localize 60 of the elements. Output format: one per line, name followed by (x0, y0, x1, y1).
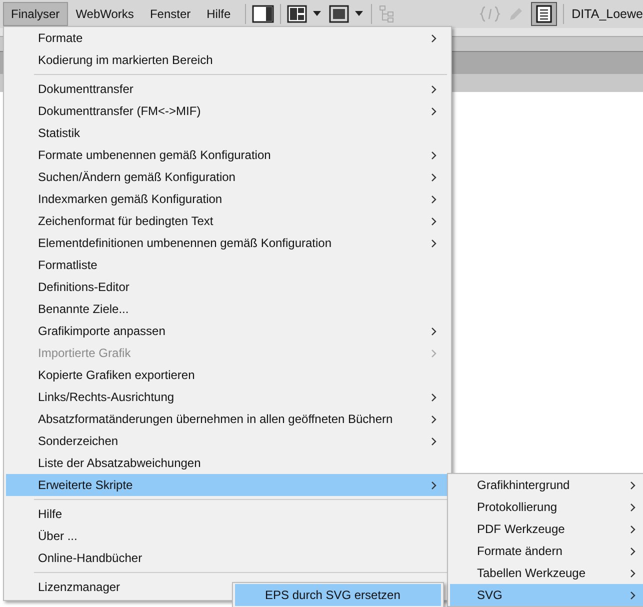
chevron-right-icon (431, 238, 437, 248)
chevron-right-icon (431, 106, 437, 116)
menu-item[interactable]: SVG (450, 584, 643, 606)
chevron-right-icon (431, 194, 437, 204)
menu-item[interactable]: Formate (6, 27, 449, 49)
panel-layout-icon[interactable] (252, 5, 274, 23)
menu-item[interactable]: Online-Handbücher (6, 547, 148, 569)
menu-item[interactable]: Grafikimporte anpassen (6, 320, 449, 342)
chevron-right-icon (630, 590, 636, 600)
chevron-right-icon (630, 524, 636, 534)
menu-item[interactable]: Sonderzeichen (6, 430, 449, 452)
chevron-right-icon (431, 480, 437, 490)
menu-item[interactable]: Indexmarken gemäß Konfiguration (6, 188, 449, 210)
frame-dropdown-icon[interactable] (328, 5, 365, 23)
menu-item[interactable]: Benannte Ziele... (6, 298, 135, 320)
chevron-right-icon (431, 34, 437, 42)
chevron-right-icon (431, 348, 437, 358)
menu-item[interactable]: PDF Werkzeuge (450, 518, 643, 540)
chevron-right-icon (431, 216, 437, 226)
menu-item[interactable]: Suchen/Ändern gemäß Konfiguration (6, 166, 449, 188)
menu-item[interactable]: Liste der Absatzabweichungen (6, 452, 207, 474)
chevron-right-icon (431, 84, 437, 94)
text-view-button[interactable] (530, 2, 557, 26)
menu-item[interactable]: EPS durch SVG ersetzen (235, 584, 441, 606)
menubar-item[interactable]: Hilfe (198, 2, 239, 26)
menubar-item[interactable]: WebWorks (68, 2, 142, 26)
menu-item[interactable]: Kopierte Grafiken exportieren (6, 364, 201, 386)
chevron-right-icon (630, 480, 636, 490)
menu-item[interactable]: Formate umbenennen gemäß Konfiguration (6, 144, 449, 166)
menu-item[interactable]: Definitions-Editor (6, 276, 136, 298)
menu-item[interactable]: Formatliste (6, 254, 104, 276)
chevron-right-icon (431, 414, 437, 424)
menu-item[interactable]: Lizenzmanager (6, 576, 126, 598)
menu-item[interactable]: Absatzformatänderungen übernehmen in allen geöffneten Büchern (6, 408, 449, 430)
menu-item[interactable]: Tabellen Werkzeuge (450, 562, 643, 584)
menu-item[interactable]: Erweiterte Skripte (6, 474, 449, 496)
menu-item[interactable]: Links/Rechts-Ausrichtung (6, 386, 449, 408)
chevron-right-icon (431, 392, 437, 402)
menu-item[interactable]: Formate ändern (450, 540, 643, 562)
menu-item[interactable]: Statistik (6, 122, 86, 144)
chevron-right-icon (630, 546, 636, 556)
chevron-right-icon (630, 502, 636, 512)
menu-item[interactable]: Über ... (6, 525, 84, 547)
menu-item[interactable]: Dokumenttransfer (FM<->MIF) (6, 100, 449, 122)
menu-item[interactable]: Dokumenttransfer (6, 78, 449, 100)
menu-item[interactable]: Hilfe (6, 503, 68, 525)
menu-item[interactable]: Elementdefinitionen umbenennen gemäß Konfiguration (6, 232, 449, 254)
menu-item[interactable]: Kodierung im markierten Bereich (6, 49, 219, 71)
menu-item[interactable]: Grafikhintergrund (450, 474, 643, 496)
chevron-right-icon (431, 436, 437, 446)
document-title: DITA_Loewe (570, 7, 643, 21)
chevron-right-icon (431, 150, 437, 160)
chevron-right-icon (431, 172, 437, 182)
menubar-item[interactable]: Finalyser (3, 2, 68, 26)
chevron-right-icon (431, 326, 437, 336)
menu-item[interactable]: Protokollierung (450, 496, 643, 518)
chevron-right-icon (630, 568, 636, 578)
menu-item[interactable]: Zeichenformat für bedingten Text (6, 210, 449, 232)
layout-dropdown-icon[interactable] (286, 5, 323, 23)
menubar-item[interactable]: Fenster (142, 2, 199, 26)
